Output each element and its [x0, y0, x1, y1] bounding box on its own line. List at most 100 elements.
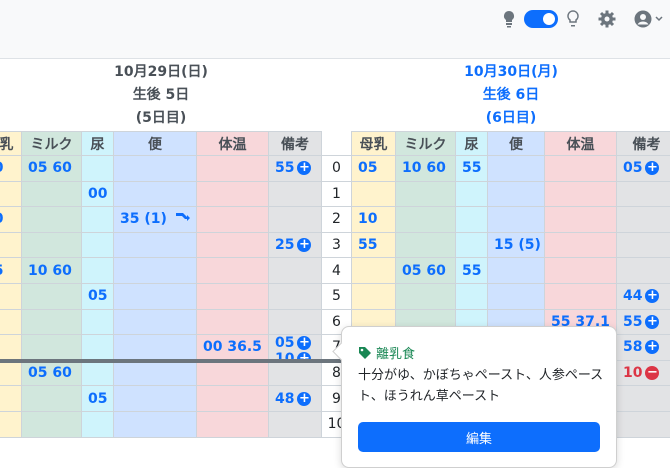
- cell-left-taion[interactable]: [197, 412, 269, 438]
- cell-right-biko[interactable]: 44 +: [617, 284, 670, 310]
- cell-left-milk[interactable]: 05 60: [22, 156, 82, 182]
- cell-right-ben[interactable]: [488, 156, 545, 182]
- cell-left-bonyu[interactable]: [0, 284, 22, 310]
- cell-right-nyo[interactable]: [456, 181, 488, 208]
- cell-right-ben[interactable]: [488, 258, 545, 284]
- cell-left-nyo[interactable]: [82, 335, 114, 361]
- cell-left-ben[interactable]: [114, 309, 197, 336]
- cell-left-biko[interactable]: [269, 412, 322, 438]
- cell-left-bonyu[interactable]: [0, 386, 22, 412]
- cell-left-taion[interactable]: [197, 309, 269, 336]
- cell-right-nyo[interactable]: 55: [456, 156, 488, 182]
- cell-right-nyo[interactable]: [456, 284, 488, 310]
- cell-right-nyo[interactable]: [456, 207, 488, 233]
- cell-left-milk[interactable]: [22, 335, 82, 361]
- cell-right-biko[interactable]: [617, 181, 670, 208]
- cell-left-biko[interactable]: [269, 284, 322, 310]
- cell-left-bonyu[interactable]: 00: [0, 207, 22, 233]
- cell-right-biko[interactable]: [617, 207, 670, 233]
- cell-left-ben[interactable]: [114, 386, 197, 412]
- cell-left-ben[interactable]: 35 (1): [114, 207, 197, 233]
- cell-right-biko[interactable]: 10−: [617, 360, 670, 387]
- cell-left-taion[interactable]: [197, 360, 269, 387]
- cell-left-ben[interactable]: [114, 284, 197, 310]
- cell-left-biko[interactable]: 25 +: [269, 232, 322, 259]
- cell-right-milk[interactable]: [396, 207, 456, 233]
- cell-left-nyo[interactable]: [82, 412, 114, 438]
- cell-right-biko[interactable]: [617, 412, 670, 438]
- cell-right-ben[interactable]: [488, 181, 545, 208]
- cell-left-biko[interactable]: [269, 258, 322, 284]
- gear-icon[interactable]: [598, 10, 616, 28]
- cell-left-taion[interactable]: [197, 284, 269, 310]
- edit-button[interactable]: 編集: [358, 422, 600, 452]
- cell-left-nyo[interactable]: 00: [82, 181, 114, 208]
- cell-right-biko[interactable]: 55 +: [617, 309, 670, 336]
- cell-left-bonyu[interactable]: [0, 309, 22, 336]
- cell-left-nyo[interactable]: [82, 156, 114, 182]
- cell-right-ben[interactable]: [488, 207, 545, 233]
- cell-right-taion[interactable]: [545, 284, 617, 310]
- cell-right-ben[interactable]: [488, 284, 545, 310]
- cell-left-milk[interactable]: [22, 386, 82, 412]
- cell-left-nyo[interactable]: [82, 360, 114, 387]
- cell-left-nyo[interactable]: [82, 232, 114, 259]
- cell-left-ben[interactable]: [114, 258, 197, 284]
- cell-right-bonyu[interactable]: [352, 181, 396, 208]
- cell-right-biko[interactable]: [617, 258, 670, 284]
- cell-left-milk[interactable]: 10 60: [22, 258, 82, 284]
- cell-right-milk[interactable]: [396, 284, 456, 310]
- cell-left-ben[interactable]: [114, 360, 197, 387]
- cell-left-milk[interactable]: [22, 309, 82, 336]
- cell-left-nyo[interactable]: [82, 207, 114, 233]
- cell-left-milk[interactable]: [22, 207, 82, 233]
- cell-left-bonyu[interactable]: 00: [0, 156, 22, 182]
- add-note-icon[interactable]: +: [645, 161, 660, 176]
- cell-right-bonyu[interactable]: 55: [352, 232, 396, 259]
- cell-right-nyo[interactable]: [456, 232, 488, 259]
- lightbulb-outline-icon[interactable]: [566, 10, 580, 28]
- cell-right-taion[interactable]: [545, 181, 617, 208]
- cell-left-taion[interactable]: [197, 181, 269, 208]
- cell-right-milk[interactable]: [396, 181, 456, 208]
- cell-right-bonyu[interactable]: [352, 258, 396, 284]
- cell-left-ben[interactable]: [114, 156, 197, 182]
- add-note-icon[interactable]: +: [645, 289, 660, 304]
- cell-left-taion[interactable]: [197, 156, 269, 182]
- cell-left-ben[interactable]: [114, 232, 197, 259]
- cell-left-biko[interactable]: [269, 181, 322, 208]
- cell-left-nyo[interactable]: [82, 309, 114, 336]
- cell-left-ben[interactable]: [114, 181, 197, 208]
- cell-left-bonyu[interactable]: 0: [0, 335, 22, 361]
- cell-right-taion[interactable]: [545, 156, 617, 182]
- add-note-icon[interactable]: +: [297, 391, 312, 406]
- cell-left-milk[interactable]: [22, 412, 82, 438]
- cell-right-bonyu[interactable]: 05: [352, 156, 396, 182]
- cell-right-biko[interactable]: [617, 232, 670, 259]
- cell-right-biko[interactable]: [617, 386, 670, 412]
- cell-right-nyo[interactable]: 55: [456, 258, 488, 284]
- cell-left-bonyu[interactable]: [0, 412, 22, 438]
- cell-left-nyo[interactable]: 05: [82, 386, 114, 412]
- cell-left-nyo[interactable]: [82, 258, 114, 284]
- cell-left-bonyu[interactable]: [0, 181, 22, 208]
- cell-right-bonyu[interactable]: 10: [352, 207, 396, 233]
- cell-right-milk[interactable]: [396, 232, 456, 259]
- cell-left-bonyu[interactable]: [0, 232, 22, 259]
- cell-left-taion[interactable]: [197, 207, 269, 233]
- cell-left-bonyu[interactable]: [0, 360, 22, 387]
- cell-right-biko[interactable]: 58 +: [617, 335, 670, 361]
- add-note-icon[interactable]: +: [645, 340, 660, 355]
- cell-left-taion[interactable]: 00 36.5: [197, 335, 269, 361]
- cell-right-taion[interactable]: [545, 258, 617, 284]
- cell-left-milk[interactable]: [22, 284, 82, 310]
- cell-left-milk[interactable]: [22, 181, 82, 208]
- cell-left-biko[interactable]: 55 +: [269, 156, 322, 182]
- cell-right-milk[interactable]: 10 60: [396, 156, 456, 182]
- add-note-icon[interactable]: +: [645, 314, 660, 329]
- cell-left-taion[interactable]: [197, 232, 269, 259]
- cell-left-milk[interactable]: 05 60: [22, 360, 82, 387]
- cell-right-bonyu[interactable]: [352, 284, 396, 310]
- cell-left-ben[interactable]: [114, 335, 197, 361]
- cell-left-biko[interactable]: [269, 207, 322, 233]
